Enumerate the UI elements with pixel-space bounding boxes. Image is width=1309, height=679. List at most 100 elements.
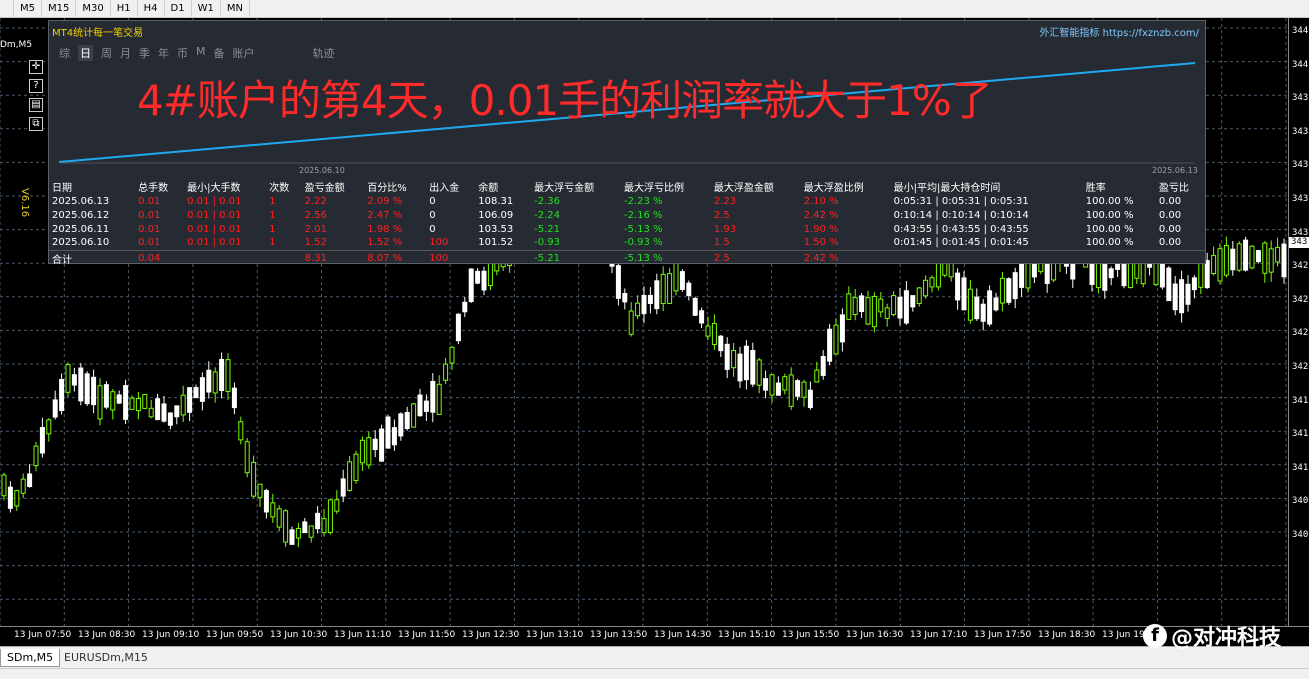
candle-body [692,297,698,316]
panel-tab[interactable]: 账户 [233,45,255,61]
candle-body [302,521,308,534]
panel-tab[interactable]: 综 [59,45,70,61]
table-cell: -2.36 [534,195,560,207]
panel-link[interactable]: 外汇智能指标 https://fxznzb.com/ [1039,24,1199,39]
column-header: 盈亏比 [1158,182,1189,194]
candle-body [1185,283,1191,305]
candle-body [1006,278,1012,303]
candle-body [411,403,417,428]
chart-tab[interactable]: SDm,M5 [0,649,61,667]
help-icon[interactable]: ? [29,79,43,93]
timeframe-w1[interactable]: W1 [192,0,221,18]
candle-body [1262,242,1268,274]
copy-icon[interactable]: ⧉ [29,117,43,131]
table-cell: 0:05:31 | 0:05:31 | 0:05:31 [893,195,1029,207]
candle-body [91,376,97,406]
watermark: f @对冲科技 [1143,620,1281,652]
candle-body [231,387,237,409]
candle-body [1255,250,1261,263]
candle-body [1166,267,1172,302]
table-cell: 1.98 % [367,223,403,235]
panel-tab[interactable]: 轨迹 [313,45,335,61]
price-tick-label: 341 [1292,395,1309,406]
candle-body [347,461,353,491]
panel-tab[interactable]: 年 [158,45,169,61]
chart-icon[interactable]: ▤ [29,98,43,112]
bottom-toolbar [0,668,1309,679]
panel-tab[interactable]: 备 [214,45,225,61]
timeframe-m30[interactable]: M30 [76,0,111,18]
table-cell: 100.00 % [1085,223,1134,235]
table-cell: 100 [429,237,449,249]
panel-tab[interactable]: 日 [78,45,93,61]
candle-body [475,270,481,284]
stats-panel: MT4统计每一笔交易 外汇智能指标 https://fxznzb.com/ 综日… [48,20,1206,266]
column-header: 余额 [478,182,499,194]
panel-tabs: 综日周月季年币 M 备账户 轨迹 [59,45,343,61]
table-cell: 100.00 % [1085,195,1134,207]
table-cell: 2.47 % [367,209,403,221]
price-tick-label: 340 [1292,530,1309,540]
timeframe-m5[interactable]: M5 [14,0,42,18]
timeframe-h1[interactable]: H1 [111,0,138,18]
panel-tab[interactable]: 月 [120,45,131,61]
candle-body [993,297,999,311]
crosshair-icon[interactable]: ✛ [29,60,43,74]
table-cell: -0.93 [534,237,560,249]
chart-tab[interactable]: EURUSDm,M15 [58,649,154,667]
table-cell: 103.53 [478,223,514,235]
timeframe-m15[interactable]: M15 [42,0,77,18]
panel-tab[interactable]: 周 [101,45,112,61]
candle-body [839,314,845,343]
candle-body [167,412,173,426]
candle-body [1204,260,1210,289]
candle-body [871,295,877,328]
time-tick-label: 13 Jun 17:10 [910,630,968,640]
candle-body [923,279,929,297]
candle-body [852,297,858,316]
timeframe-h4[interactable]: H4 [138,0,165,18]
candle-body [795,380,801,397]
panel-tab[interactable]: 季 [139,45,150,61]
price-scale[interactable]: 344 344 343 343 343 343 343 342 342 342 342 341 341 3… [1288,18,1309,626]
candle-body [372,438,378,451]
candle-body [999,277,1005,304]
candle-body [929,277,935,288]
table-cell: 0.00 [1158,195,1182,207]
table-cell: -5.21 [534,223,560,235]
table-cell: -5.13 % [620,249,711,266]
table-cell: 1.93 [713,223,737,235]
table-cell: 101.52 [478,237,514,249]
timeframe-mn[interactable]: MN [221,0,250,18]
time-tick-label: 13 Jun 09:50 [206,630,264,640]
timeframe-d1[interactable]: D1 [165,0,192,18]
time-tick-label: 13 Jun 11:10 [334,630,392,640]
candle-body [263,490,269,513]
candle-body [148,407,154,418]
time-tick-label: 13 Jun 10:30 [270,630,328,640]
table-row: 2025.06.12 0.01 0.01 | 0.01 1 2.56 2.47 % 0 106… [49,208,1205,222]
candle-body [123,385,129,420]
table-cell: 2.42 % [800,249,891,266]
table-cell: 2.23 [713,195,737,207]
panel-tab[interactable]: 币 [177,45,188,61]
column-header: 总手数 [138,182,169,194]
table-cell: 1 [269,223,276,235]
candle-body [1211,255,1217,275]
candle-body [110,391,116,411]
table-cell: 1.52 % [367,237,403,249]
table-cell [890,249,1083,266]
candle-body [142,393,148,409]
candle-body [884,307,890,319]
candle-body [334,499,340,512]
table-cell: 0.00 [1158,237,1182,249]
column-header: 最大浮亏比例 [623,182,684,194]
time-tick-label: 13 Jun 18:30 [1038,630,1096,640]
panel-tab[interactable]: M [196,45,206,61]
table-cell: 合计 [49,249,136,266]
candle-body [974,296,980,320]
time-tick-label: 13 Jun 15:50 [782,630,840,640]
candle-body [1249,245,1255,269]
facebook-icon: f [1143,624,1167,648]
candle-body [891,295,897,316]
